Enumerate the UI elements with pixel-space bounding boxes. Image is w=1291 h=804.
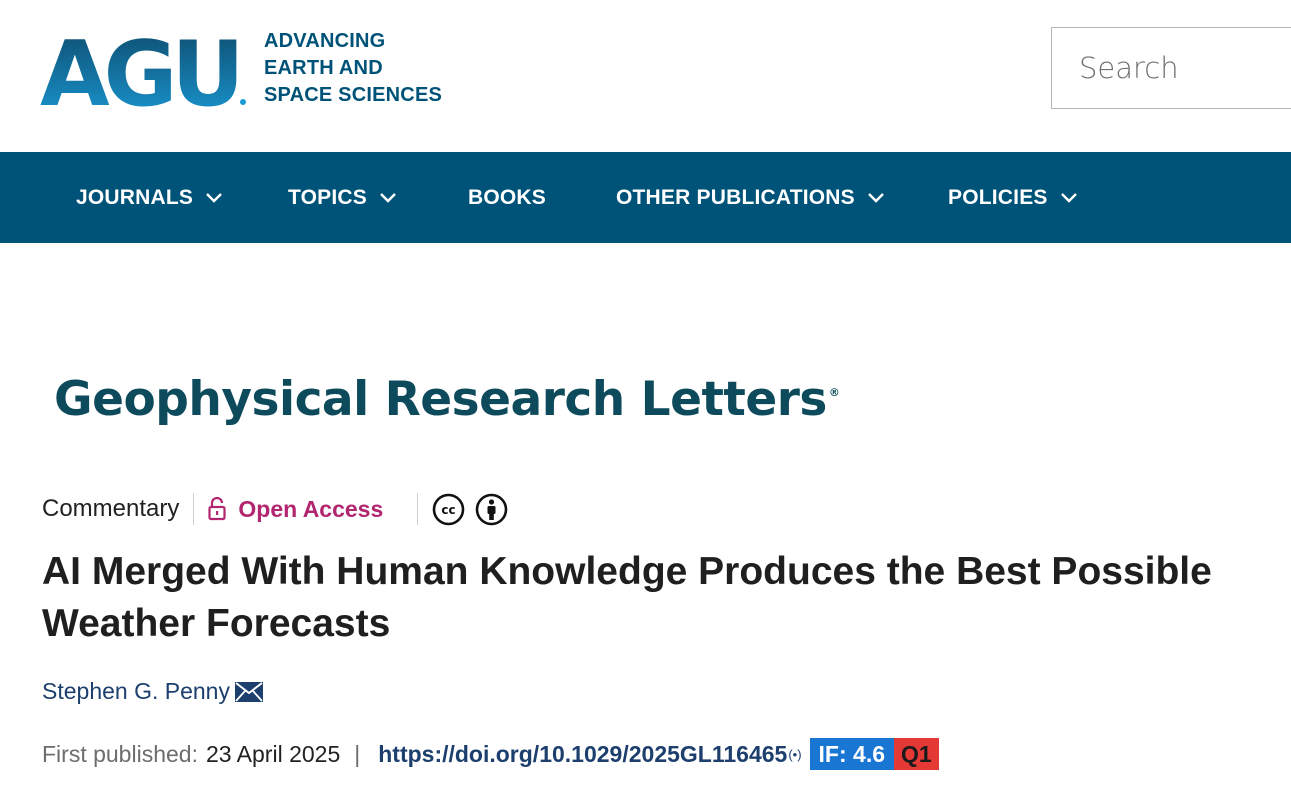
nav-item-policies[interactable]: POLICIES [948, 152, 1078, 243]
chevron-down-icon [868, 192, 884, 203]
impact-factor-badge: IF: 4.6 [809, 738, 895, 770]
agu-logo-mark: AGU [40, 29, 246, 109]
open-access-badge: Open Access [208, 496, 383, 523]
nav-item-other-publications[interactable]: OTHER PUBLICATIONS [616, 152, 885, 243]
site-header: AGU ADVANCING EARTH AND SPACE SCIENCES [0, 0, 1291, 152]
article-title: AI Merged With Human Knowledge Produces … [42, 550, 1212, 645]
main-nav: JOURNALS TOPICS BOOKS OTHER PUBLICATIONS… [0, 152, 1291, 243]
svg-text:cc: cc [442, 503, 456, 517]
nav-item-books[interactable]: BOOKS [468, 152, 546, 243]
divider [417, 493, 419, 525]
nav-item-label: BOOKS [468, 185, 547, 209]
agu-logo[interactable]: AGU ADVANCING EARTH AND SPACE SCIENCES [40, 28, 442, 109]
search-input[interactable] [1052, 28, 1291, 108]
doi-link[interactable]: https://doi.org/10.1029/2025GL116465 [378, 741, 787, 768]
author-name[interactable]: Stephen G. Penny [42, 678, 230, 705]
nav-item-label: JOURNALS [76, 185, 194, 209]
nav-item-label: POLICIES [948, 185, 1048, 209]
unlock-icon [208, 497, 226, 521]
journal-title: Geophysical Research Letters [54, 372, 827, 427]
svg-text:AGU: AGU [40, 29, 239, 109]
chevron-down-icon [1060, 192, 1077, 203]
separator: | [354, 740, 361, 767]
open-access-label: Open Access [238, 495, 384, 522]
logo-tagline: ADVANCING EARTH AND SPACE SCIENCES [264, 28, 442, 109]
tagline-line: ADVANCING [264, 30, 386, 52]
nav-item-topics[interactable]: TOPICS [288, 152, 397, 243]
by-icon [475, 493, 508, 525]
cc-icon: cc [432, 493, 465, 525]
broadcast-icon[interactable]: (•) [788, 747, 801, 762]
registered-mark: ® [828, 386, 840, 399]
journal-title-logo[interactable]: Geophysical Research Letters ® [54, 372, 840, 427]
publication-info: First published: 23 April 2025 | https:/… [42, 737, 939, 771]
divider [193, 493, 195, 525]
article-meta: Commentary Open Access cc [42, 491, 508, 527]
article-type: Commentary [42, 495, 180, 522]
chevron-down-icon [380, 192, 396, 203]
chevron-down-icon [206, 192, 222, 203]
nav-item-label: TOPICS [288, 185, 367, 209]
quartile-badge: Q1 [894, 738, 939, 770]
published-label: First published: [42, 740, 198, 767]
published-date: 23 April 2025 [205, 740, 341, 767]
envelope-icon[interactable] [234, 681, 263, 702]
tagline-line: SPACE SCIENCES [264, 84, 443, 106]
license-icons[interactable]: cc [432, 493, 508, 526]
author-line: Stephen G. Penny [42, 678, 263, 705]
nav-item-journals[interactable]: JOURNALS [76, 152, 223, 243]
search-box[interactable] [1051, 27, 1291, 109]
tagline-line: EARTH AND [264, 57, 383, 79]
nav-item-label: OTHER PUBLICATIONS [616, 185, 855, 209]
